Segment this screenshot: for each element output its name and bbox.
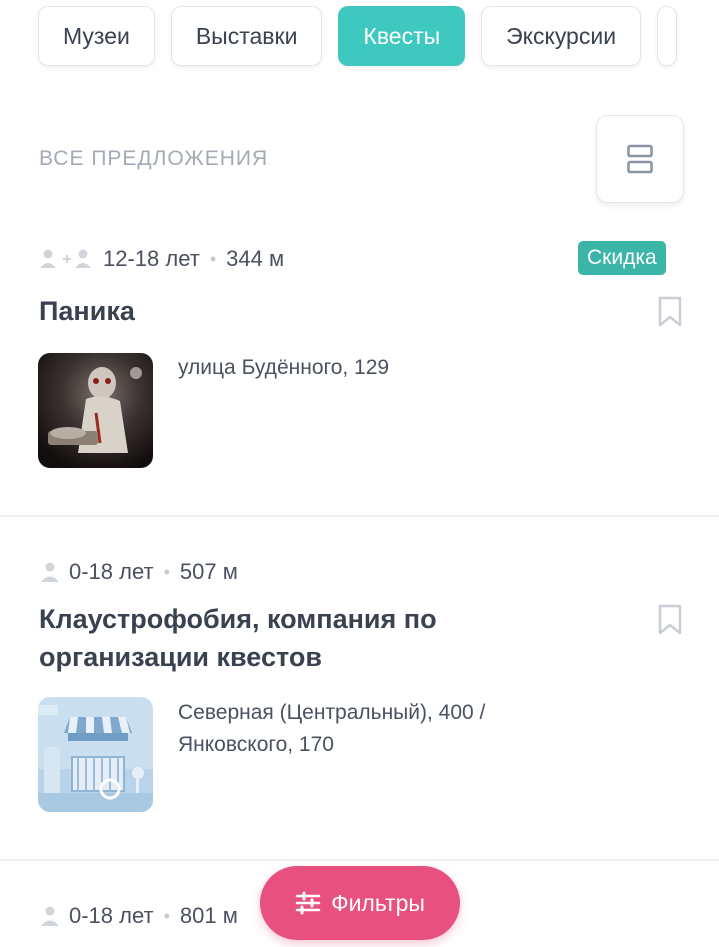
tab-label: Квесты <box>363 22 441 49</box>
divider <box>0 859 719 861</box>
age-range: 12-18 лет <box>103 246 200 271</box>
bookmark-icon[interactable] <box>658 296 682 333</box>
offer-thumbnail[interactable] <box>38 353 153 468</box>
person-icon <box>39 561 61 583</box>
shop-illustration-image <box>38 697 153 812</box>
separator-dot: • <box>163 561 170 582</box>
zombie-image <box>38 353 153 468</box>
tab-label: Музеи <box>63 22 130 49</box>
offer-thumbnail[interactable] <box>38 697 153 812</box>
section-title: ВСЕ ПРЕДЛОЖЕНИЯ <box>39 147 269 170</box>
tab-museums[interactable]: Музеи <box>38 6 155 66</box>
offer-meta: 0-18 лет • 801 м <box>39 903 238 929</box>
person-icon <box>39 905 61 927</box>
offer-address: Северная (Центральный), 400 / Янковского… <box>178 697 485 761</box>
view-toggle-button[interactable] <box>596 115 684 203</box>
age-range: 0-18 лет <box>69 559 154 584</box>
group-people-icon <box>39 248 95 270</box>
filters-button[interactable]: Фильтры <box>260 866 460 940</box>
tab-excursions[interactable]: Экскурсии <box>481 6 642 66</box>
category-tabs: Музеи Выставки Квесты Экскурсии <box>38 6 678 66</box>
distance: 507 м <box>179 559 238 584</box>
divider <box>0 515 719 517</box>
address-line: Янковского, 170 <box>178 733 334 756</box>
bookmark-icon[interactable] <box>658 604 682 641</box>
address-line: Северная (Центральный), 400 / <box>178 701 486 724</box>
offer-meta: 0-18 лет • 507 м <box>39 559 238 585</box>
tab-label: Экскурсии <box>506 22 617 49</box>
tab-quests[interactable]: Квесты <box>338 6 466 66</box>
offer-title-line: организации квестов <box>39 642 322 672</box>
age-range: 0-18 лет <box>69 903 154 928</box>
separator-dot: • <box>163 905 170 926</box>
distance: 801 м <box>179 903 238 928</box>
tab-more[interactable] <box>657 6 678 66</box>
tab-label: Выставки <box>195 22 298 49</box>
offer-title[interactable]: Клаустрофобия, компания по организации к… <box>39 600 437 676</box>
separator-dot: • <box>209 248 217 269</box>
discount-badge: Скидка <box>578 241 666 275</box>
offer-address: улица Будённого, 129 <box>178 356 390 379</box>
sliders-icon <box>295 891 321 915</box>
filters-label: Фильтры <box>331 889 425 916</box>
distance: 344 м <box>226 246 285 271</box>
offer-title[interactable]: Паника <box>39 292 135 330</box>
offer-title-line: Клаустрофобия, компания по <box>39 604 437 634</box>
offer-meta: 12-18 лет • 344 м <box>39 246 284 272</box>
tab-exhibitions[interactable]: Выставки <box>170 6 323 66</box>
list-view-icon <box>627 144 653 174</box>
